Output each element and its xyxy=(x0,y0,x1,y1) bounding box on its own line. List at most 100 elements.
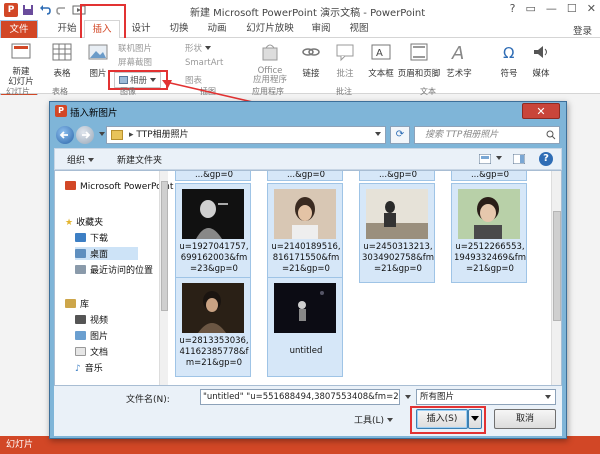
textbox-button[interactable]: A 文本框 xyxy=(366,42,396,79)
nav-scrollbar[interactable] xyxy=(159,171,168,385)
scroll-thumb[interactable] xyxy=(161,181,168,311)
tab-transitions[interactable]: 切换 xyxy=(164,20,194,38)
forward-arrow-icon xyxy=(82,131,91,139)
forward-button[interactable] xyxy=(76,126,94,144)
scroll-thumb[interactable] xyxy=(553,211,561,321)
photo-thumbnail xyxy=(274,283,336,333)
dialog-close-button[interactable]: ✕ xyxy=(522,103,560,119)
wordart-button[interactable]: A 艺术字 xyxy=(444,42,474,79)
address-dropdown[interactable] xyxy=(372,130,381,140)
close-button[interactable]: ✕ xyxy=(587,2,596,15)
tab-animations[interactable]: 动画 xyxy=(202,20,232,38)
online-pictures-button[interactable]: 联机图片 xyxy=(118,42,152,54)
cancel-label: 取消 xyxy=(515,414,534,424)
file-item[interactable]: u=2140189516,816171550&fm=21&gp=0 xyxy=(267,183,343,283)
ribbon-display-button[interactable]: ▭ xyxy=(526,2,536,15)
group-label-text: 文本 xyxy=(420,87,436,96)
tab-slideshow[interactable]: 幻灯片放映 xyxy=(242,20,298,38)
help-button[interactable]: ? xyxy=(510,2,516,15)
tab-insert[interactable]: 插入 xyxy=(84,20,120,38)
current-folder[interactable]: TTP相册照片 xyxy=(136,130,188,140)
table-button[interactable]: 表格 xyxy=(48,42,76,79)
save-icon[interactable] xyxy=(21,3,35,17)
help-icon[interactable]: ? xyxy=(539,152,553,166)
insert-options-dropdown[interactable] xyxy=(468,409,482,429)
tools-button[interactable]: 工具(L) xyxy=(354,413,394,426)
nav-item-libraries[interactable]: 库 xyxy=(65,297,89,310)
maximize-button[interactable]: ☐ xyxy=(567,2,577,15)
online-pictures-label: 联机图片 xyxy=(118,44,153,54)
new-folder-button[interactable]: 新建文件夹 xyxy=(117,153,162,166)
redo-icon[interactable] xyxy=(55,3,69,17)
file-item[interactable]: u=2450313213,3034902758&fm=21&gp=0 xyxy=(359,183,435,283)
svg-text:A: A xyxy=(451,43,464,62)
start-from-beginning-icon[interactable] xyxy=(72,3,86,17)
pictures-button[interactable]: 图片 xyxy=(84,42,112,79)
speaker-icon xyxy=(534,46,547,58)
nav-label: 最近访问的位置 xyxy=(90,266,154,276)
shapes-button[interactable]: 形状 xyxy=(185,42,212,54)
address-bar: ▸ TTP相册照片 ⟳ 搜索 TTP相册照片 xyxy=(54,124,562,146)
back-button[interactable] xyxy=(56,126,74,144)
nav-item-downloads[interactable]: 下载 xyxy=(75,231,108,244)
shapes-label: 形状 xyxy=(185,44,203,54)
file-item[interactable]: untitled xyxy=(267,277,343,377)
filename-dropdown[interactable] xyxy=(402,393,411,403)
media-button[interactable]: 媒体 xyxy=(528,42,554,79)
file-item[interactable]: u=1927041757,699162003&fm=23&gp=0 xyxy=(175,183,251,283)
login-link[interactable]: 登录 xyxy=(573,23,592,37)
header-footer-label: 页眉和页脚 xyxy=(397,69,441,79)
symbol-button[interactable]: Ω 符号 xyxy=(496,42,522,79)
nav-label: 视频 xyxy=(90,316,109,326)
photo-thumbnail xyxy=(274,189,336,239)
dialog-toolbar: 组织 新建文件夹 ? xyxy=(54,148,562,170)
search-input[interactable]: 搜索 TTP相册照片 xyxy=(414,126,560,144)
new-slide-button[interactable]: 新建 幻灯片 xyxy=(2,42,40,87)
tab-view[interactable]: 视图 xyxy=(344,20,374,38)
tab-review[interactable]: 审阅 xyxy=(306,20,336,38)
nav-item-favorites[interactable]: ★ 收藏夹 xyxy=(65,215,103,228)
insert-button[interactable]: 插入(S) xyxy=(416,409,468,429)
refresh-button[interactable]: ⟳ xyxy=(390,126,410,144)
screenshot-button[interactable]: 屏幕截图 xyxy=(118,56,152,68)
file-item-partial[interactable]: ...&gp=0 xyxy=(451,171,527,181)
cancel-button[interactable]: 取消 xyxy=(494,409,556,429)
chevron-down-icon xyxy=(387,418,394,422)
link-button[interactable]: 链接 xyxy=(298,42,324,79)
view-dropdown[interactable] xyxy=(493,154,502,164)
nav-label: 库 xyxy=(80,300,90,310)
nav-item-powerpoint[interactable]: Microsoft PowerPoint xyxy=(65,181,173,192)
nav-item-pictures[interactable]: 图片 xyxy=(75,329,108,342)
file-type-filter[interactable]: 所有图片 xyxy=(416,389,556,405)
file-label: u=2450313213,3034902758&fm=21&gp=0 xyxy=(362,242,434,274)
nav-item-recent[interactable]: 最近访问的位置 xyxy=(75,263,153,276)
file-item-partial[interactable]: ...&gp=0 xyxy=(175,171,251,181)
file-item[interactable]: u=2813353036,41162385778&fm=21&gp=0 xyxy=(175,277,251,377)
address-path[interactable]: ▸ TTP相册照片 xyxy=(106,126,386,144)
tab-home[interactable]: 开始 xyxy=(52,20,82,38)
nav-item-music[interactable]: ♪ 音乐 xyxy=(75,361,103,374)
smartart-label: SmartArt xyxy=(185,58,224,68)
dialog-body: Microsoft PowerPoint ★ 收藏夹 下载 桌面 最近访问的位置 … xyxy=(54,170,562,386)
file-item[interactable]: u=2512266553,1949332469&fm=21&gp=0 xyxy=(451,183,527,283)
recent-pages-dropdown[interactable] xyxy=(96,130,105,140)
filename-input[interactable]: "untitled" "u=551688494,3807553408&fm=21… xyxy=(200,389,400,405)
header-footer-button[interactable]: 页眉和页脚 xyxy=(396,42,442,79)
nav-item-videos[interactable]: 视频 xyxy=(75,313,108,326)
file-item-partial[interactable]: ...&gp=0 xyxy=(359,171,435,181)
file-label: u=2813353036,41162385778&fm=21&gp=0 xyxy=(179,336,249,368)
table-icon xyxy=(52,43,72,61)
nav-item-documents[interactable]: 文档 xyxy=(75,345,108,358)
organize-button[interactable]: 组织 xyxy=(67,153,95,166)
file-scrollbar[interactable] xyxy=(551,171,561,385)
music-icon: ♪ xyxy=(75,364,81,374)
nav-item-desktop[interactable]: 桌面 xyxy=(75,247,139,260)
smartart-button[interactable]: SmartArt xyxy=(185,58,223,68)
preview-pane-icon xyxy=(513,154,525,164)
comment-button[interactable]: 批注 xyxy=(332,42,358,79)
minimize-button[interactable]: — xyxy=(546,2,557,15)
tab-design[interactable]: 设计 xyxy=(126,20,156,38)
undo-icon[interactable] xyxy=(38,3,52,17)
file-item-partial[interactable]: ...&gp=0 xyxy=(267,171,343,181)
powerpoint-icon xyxy=(65,181,76,190)
